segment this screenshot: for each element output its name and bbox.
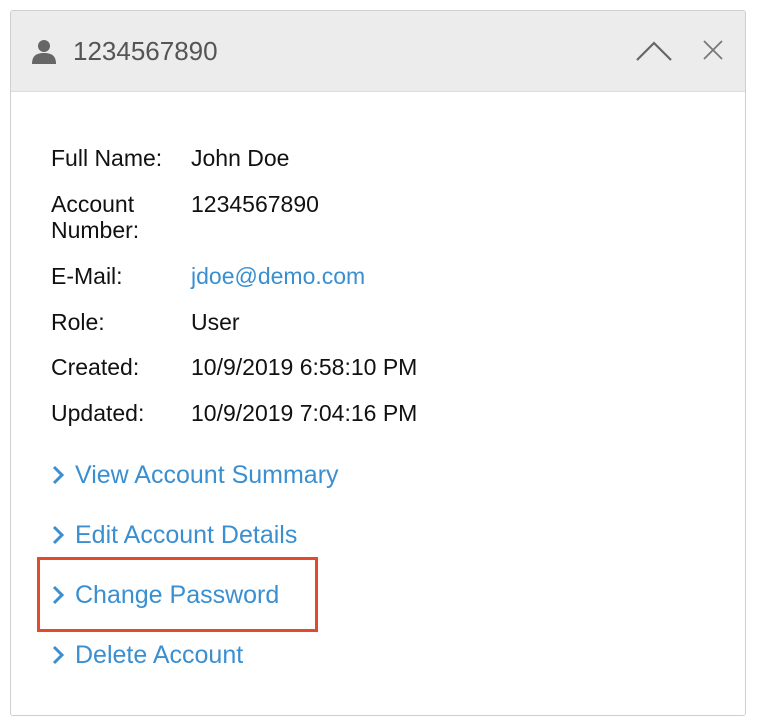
updated-label: Updated: — [51, 400, 145, 426]
full-name-value: John Doe — [191, 145, 290, 171]
delete-account-link[interactable]: Delete Account — [51, 639, 243, 671]
edit-account-details-label: Edit Account Details — [75, 520, 298, 549]
chevron-up-icon[interactable] — [635, 39, 673, 63]
chevron-right-icon — [52, 465, 65, 485]
created-value: 10/9/2019 6:58:10 PM — [191, 354, 418, 380]
full-name-label: Full Name: — [51, 145, 163, 171]
updated-value: 10/9/2019 7:04:16 PM — [191, 400, 418, 426]
close-icon[interactable] — [701, 38, 725, 62]
role-label: Role: — [51, 309, 105, 335]
user-icon — [32, 40, 56, 64]
email-link[interactable]: jdoe@demo.com — [191, 263, 365, 289]
highlight-box — [37, 557, 318, 632]
role-value: User — [191, 309, 240, 335]
created-label: Created: — [51, 354, 140, 380]
view-account-summary-link[interactable]: View Account Summary — [51, 459, 339, 491]
account-number-label-line2: Number: — [51, 217, 140, 243]
account-panel: 1234567890 Full Name: John Doe Account N… — [10, 10, 746, 716]
chevron-right-icon — [52, 525, 65, 545]
edit-account-details-link[interactable]: Edit Account Details — [51, 519, 297, 551]
account-number-value: 1234567890 — [191, 191, 319, 217]
panel-header: 1234567890 — [11, 11, 745, 92]
panel-title: 1234567890 — [73, 36, 218, 66]
chevron-right-icon — [52, 645, 65, 665]
email-label: E-Mail: — [51, 263, 123, 289]
account-number-label-line1: Account — [51, 191, 135, 217]
delete-account-label: Delete Account — [75, 640, 244, 669]
view-account-summary-label: View Account Summary — [75, 460, 339, 489]
